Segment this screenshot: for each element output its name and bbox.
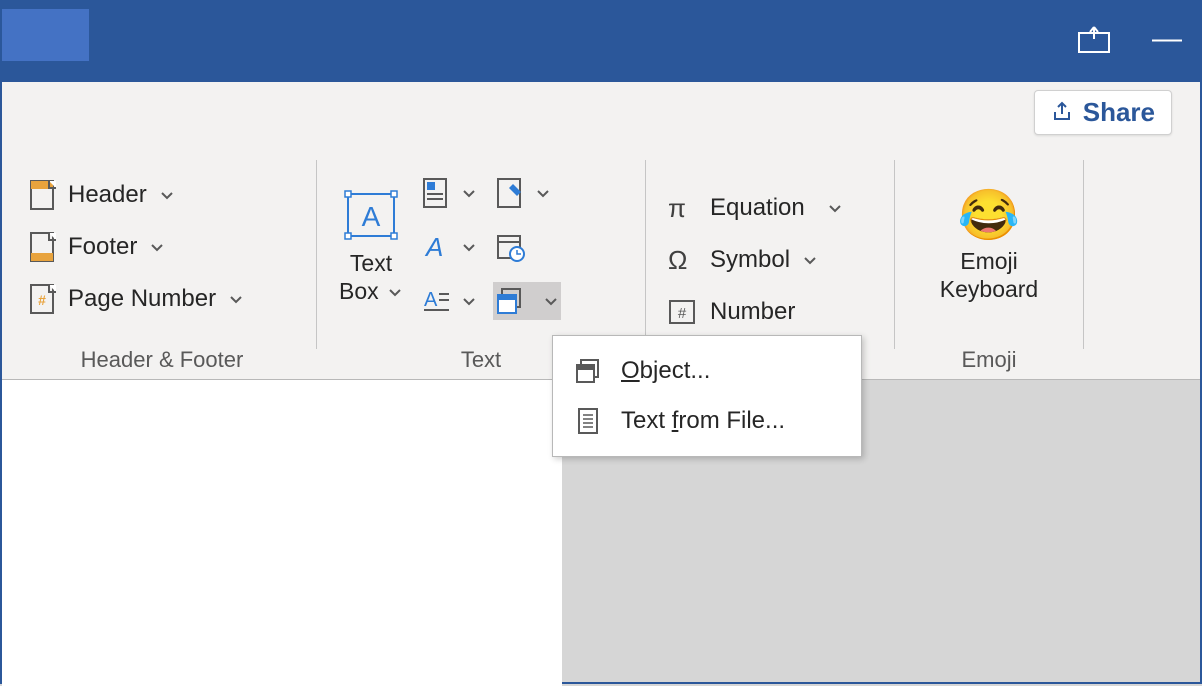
text-file-icon <box>573 406 603 436</box>
page-number-button[interactable]: # Page Number <box>24 280 248 318</box>
drop-cap-icon: A <box>421 284 451 318</box>
symbol-button[interactable]: Ω Symbol <box>662 241 847 279</box>
object-dropdown-menu: Object... Text from File... <box>552 335 862 457</box>
object-icon <box>495 284 525 318</box>
number-label: Number <box>710 298 795 326</box>
number-icon: # <box>666 295 700 329</box>
svg-text:Ω: Ω <box>668 245 687 275</box>
share-icon <box>1051 100 1075 124</box>
group-separator <box>645 160 646 349</box>
emoji-line1: Emoji <box>960 248 1018 274</box>
number-button[interactable]: # Number <box>662 293 847 331</box>
drop-cap-button[interactable]: A <box>419 282 479 320</box>
page-number-icon: # <box>28 282 58 316</box>
signature-line-button[interactable] <box>493 174 561 212</box>
chevron-down-icon <box>149 239 165 255</box>
footer-icon <box>28 230 58 264</box>
page-number-label: Page Number <box>68 285 216 313</box>
quick-parts-icon <box>421 176 451 210</box>
svg-text:A: A <box>424 289 438 311</box>
emoji-line2: Keyboard <box>940 276 1038 302</box>
group-separator <box>894 160 895 349</box>
chevron-down-icon <box>228 291 244 307</box>
ribbon-tab-row: Share <box>2 82 1200 142</box>
svg-text:A: A <box>424 232 443 262</box>
text-box-line1: Text <box>350 250 392 276</box>
share-label: Share <box>1083 97 1155 128</box>
svg-text:π: π <box>668 193 686 223</box>
text-box-icon: A <box>342 188 400 244</box>
chevron-down-icon <box>387 284 403 300</box>
chevron-down-icon <box>535 185 551 201</box>
date-time-icon <box>495 230 525 264</box>
group-separator <box>316 160 317 349</box>
symbol-label: Symbol <box>710 246 790 274</box>
group-label-header-footer: Header & Footer <box>24 343 300 373</box>
header-label: Header <box>68 181 147 209</box>
group-header-footer: Header Footer # <box>12 142 312 379</box>
title-tab-placeholder <box>2 9 89 61</box>
chevron-down-icon <box>461 239 477 255</box>
object-split-button[interactable] <box>493 282 561 320</box>
ribbon-display-options-icon[interactable] <box>1076 25 1112 60</box>
chevron-down-icon <box>461 293 477 309</box>
equation-label: Equation <box>710 194 805 222</box>
footer-button[interactable]: Footer <box>24 228 248 266</box>
chevron-down-icon <box>461 185 477 201</box>
menu-item-object[interactable]: Object... <box>553 346 861 396</box>
svg-text:#: # <box>678 305 687 322</box>
group-emoji: 😂 Emoji Keyboard Emoji <box>899 142 1079 379</box>
share-button[interactable]: Share <box>1034 90 1172 135</box>
group-label-emoji: Emoji <box>911 343 1067 373</box>
emoji-keyboard-button[interactable]: 😂 Emoji Keyboard <box>926 190 1052 303</box>
minimize-button[interactable]: — <box>1152 34 1182 50</box>
menu-item-text-from-file[interactable]: Text from File... <box>553 396 861 446</box>
object-icon <box>573 356 603 386</box>
chevron-down-icon <box>827 200 843 216</box>
svg-text:#: # <box>38 292 46 308</box>
chevron-down-icon <box>159 187 175 203</box>
group-separator <box>1083 160 1084 349</box>
quick-parts-button[interactable] <box>419 174 479 212</box>
svg-text:A: A <box>362 201 381 232</box>
wordart-icon: A <box>421 230 451 264</box>
text-box-button[interactable]: A Text Box <box>333 188 409 305</box>
emoji-icon: 😂 <box>958 190 1020 240</box>
signature-icon <box>495 176 525 210</box>
title-bar: — <box>2 2 1200 82</box>
header-icon <box>28 178 58 212</box>
chevron-down-icon <box>802 252 818 268</box>
date-time-button[interactable] <box>493 228 561 266</box>
equation-button[interactable]: π Equation <box>662 189 847 227</box>
symbol-icon: Ω <box>666 243 700 277</box>
equation-icon: π <box>666 191 700 225</box>
header-button[interactable]: Header <box>24 176 248 214</box>
chevron-down-icon <box>543 293 559 309</box>
wordart-button[interactable]: A <box>419 228 479 266</box>
text-box-line2: Box <box>339 278 379 304</box>
footer-label: Footer <box>68 233 137 261</box>
document-canvas[interactable] <box>2 380 562 686</box>
